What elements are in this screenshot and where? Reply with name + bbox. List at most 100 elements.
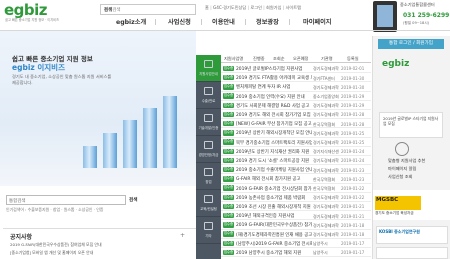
program-date: 2019-01-22	[341, 195, 365, 201]
program-agency: 경기도경제과학진흥원	[313, 231, 339, 237]
program-agency: 남양주시	[313, 241, 328, 247]
login-button[interactable]: 통합 로그인 / 회원가입	[378, 39, 444, 49]
program-title: 2019 G-FAIR 중소기업 전시상담회 참가기업 모집	[236, 186, 312, 192]
table-row[interactable]: 접수중2019년도 상반기 지식재산 권리화 지원경기지식재산센터2019-01…	[221, 147, 371, 156]
promo-banner[interactable]: MGSBC 경기도 중소기업 육성자금	[373, 190, 450, 220]
status-badge: 접수중	[223, 194, 234, 201]
right-link-status[interactable]: 사업신청 조회	[388, 174, 412, 180]
kosbi-banner[interactable]: KOSBI 중소기업연구원	[376, 226, 448, 244]
table-row[interactable]: 접수중2019년 상반기 해외시장개척단 모집 안내경기도경제과학진흥원2019…	[221, 128, 371, 138]
main-search-input[interactable]: 통합검색	[6, 195, 126, 205]
program-date: 2019-01-17	[341, 250, 365, 256]
edu-icon	[204, 195, 213, 203]
kosbi-text: KOSBI 중소기업연구원	[379, 229, 420, 234]
program-title: 2019년 글로벌IP스타기업 지원사업	[236, 67, 303, 72]
sidebar-item-finance[interactable]: 경영안정/자금	[196, 136, 221, 163]
status-badge: 접수중	[223, 148, 234, 155]
table-row[interactable]: 접수중 2019 남양주시 중소기업 해외 지원 남양주시 2019-01-17	[221, 248, 371, 258]
finance-icon	[204, 141, 213, 149]
program-title: 2019 G-FAIR(대한민국우수상품전) 참가	[236, 223, 312, 229]
featured-program-card[interactable]: 2019년 글로벌IP 스타기업 지원사업 모집	[379, 112, 443, 138]
table-row[interactable]: 접수중북부 경기중소기업 스마트팩토리 지원사업경기도경제과학진흥원2019-0…	[221, 138, 371, 147]
program-title: 벤처캐피탈 연계 투자 IR 사업	[236, 85, 291, 91]
sidebar-item-export[interactable]: 수출/판로	[196, 82, 221, 109]
top-link-home[interactable]: 홈	[205, 5, 209, 10]
table-row[interactable]: 접수중(재)경기도경제과학진흥원 인재 채용 공고경기도경제과학진흥원2019-…	[221, 230, 371, 239]
top-link-join[interactable]: 회원가입	[266, 5, 281, 10]
table-row[interactable]: 접수중 [NEW] G-FAIR 부산 참가기업 모집 공고 한국무역협회 2019-…	[221, 119, 371, 129]
status-badge: 접수중	[223, 74, 234, 81]
nav-apply[interactable]: 사업신청	[168, 17, 191, 26]
table-row[interactable]: 접수중2019 중소기업 수출마케팅 지원사업 안내경기도경제과학진흥원2019…	[221, 165, 371, 175]
table-row[interactable]: 접수중2019 조선 시장 진출 해외시장개척 지원경기도경제과학진흥원2019…	[221, 202, 371, 212]
table-row[interactable]: 접수중2019 G-FAIR 중소기업 전시상담회 참가기업 모집한국무역협회 2…	[221, 184, 371, 193]
top-link-sitemap[interactable]: 사이트맵	[286, 5, 301, 10]
bottom-banner[interactable]	[376, 247, 448, 259]
top-search-button[interactable]: 검색	[104, 7, 193, 13]
table-row[interactable]: 접수중2019년 글로벌IP스타기업 지원사업 경기도경제과학진흥원2019-02…	[221, 64, 371, 74]
notice-more-button[interactable]: +	[180, 232, 185, 239]
filter-upcoming[interactable]: 오픈예정	[293, 56, 308, 62]
table-row[interactable]: 접수중2019 경기 도시 '소셜' 스마트공장 지원경기도경제과학진흥원201…	[221, 156, 371, 166]
program-date: 2019-01-18	[341, 231, 365, 237]
program-agency: 한국무역협회	[313, 176, 336, 182]
filter-ongoing[interactable]: 진행중	[253, 56, 265, 62]
popular-keywords[interactable]: 인기검색어 : 수출보증지원 · 창업 · 원스톱 · 소상공인 · 인증	[6, 207, 103, 213]
status-badge: 접수중	[223, 166, 234, 173]
table-row[interactable]: 접수중 G-FAIR 해외 전시회 참가지원 공고 한국무역협회 2019-01-23	[221, 174, 371, 184]
right-link-alert[interactable]: 마이페이지 알림	[388, 166, 416, 172]
nav-info[interactable]: 정보광장	[256, 17, 279, 26]
status-badge: 접수중	[223, 157, 234, 164]
sidebar-item-support[interactable]: 지원사업안내	[196, 55, 221, 82]
main-search-button[interactable]: 검색	[129, 195, 144, 205]
program-agency: 경기도경제과학진흥원	[313, 130, 339, 136]
table-row[interactable]: 접수중2019 G-FAIR(대한민국우수상품전) 참가경기도경제과학진흥원20…	[221, 220, 371, 230]
nav-egbiz-intro[interactable]: egbiz소개	[116, 17, 146, 26]
program-agency: 남양주시	[313, 250, 328, 256]
tech-icon	[204, 114, 213, 122]
sidebar-item-etc[interactable]: 기타	[196, 217, 221, 244]
top-search-input[interactable]: 통합검색 검색	[100, 4, 196, 15]
right-link-recommend[interactable]: 맞춤형 지원사업 추천	[388, 158, 425, 164]
table-row[interactable]: 접수중벤처캐피탈 연계 투자 IR 사업 경기도경제과학진흥원2019-01-30	[221, 82, 371, 92]
table-row[interactable]: 접수중2019년 해외규격인증 지원사업 경기도경제과학진흥원2019-01-21	[221, 211, 371, 221]
filter-views[interactable]: 조회순	[273, 56, 285, 62]
program-agency: 경기지식재산센터	[313, 149, 339, 155]
sidebar-item-startup[interactable]: 창업	[196, 163, 221, 190]
logo-tagline: 쉽고 빠른 중소기업 지원 정보 · 이지비즈	[5, 18, 60, 22]
main-search-placeholder: 통합검색	[9, 198, 26, 204]
program-agency: 중소기업중앙회	[313, 93, 339, 99]
program-agency: 한국무역협회	[313, 121, 336, 127]
nav-guide[interactable]: 이용안내	[212, 17, 235, 26]
program-title: G-FAIR 해외 전시회 참가지원 공고	[236, 177, 301, 183]
notice-item[interactable]: 2019 G-FAIR(대한민국우수상품전) 참여업체 모집 안내	[10, 242, 102, 248]
table-row[interactable]: 접수중 2019 경기도 FTA활용 아카데미 교육생 모집 경기FTA센터 2019…	[221, 73, 371, 83]
recommend-icon	[395, 142, 409, 156]
col-title[interactable]: 지원사업명	[224, 56, 243, 62]
program-date: 2019-01-30	[341, 84, 365, 90]
program-date: 2019-01-21	[341, 213, 365, 219]
program-title: 2019 경기도 해외 전시회 참가기업 모집	[236, 113, 311, 118]
top-link-login[interactable]: 로그인	[250, 5, 262, 10]
nav-mypage[interactable]: 마이페이지	[303, 17, 331, 26]
program-date: 2019-01-28	[341, 112, 365, 118]
sidebar-item-edu[interactable]: 교육/컨설팅	[196, 190, 221, 217]
status-badge: 접수중	[223, 111, 234, 118]
notice-item[interactable]: [중소기업청] 모바일 앱 개선 및 홈페이지 오픈 안내	[10, 250, 93, 256]
top-link-g4c[interactable]: G4C·경기도민상담	[213, 5, 246, 10]
program-agency: 경기도경제과학진흥원	[313, 195, 339, 201]
table-row[interactable]: 접수중(남양주시)2019 G-FAIR 중소기업 전시회 참가남양주시 2019…	[221, 239, 371, 248]
top-utility-links: 홈 | G4C·경기도민상담 | 로그인 | 회원가입 | 사이트맵	[205, 5, 301, 10]
table-row[interactable]: 접수중2019 농촌사업 중소기업 제품 박람회 경기도경제과학진흥원2019-0…	[221, 193, 371, 202]
table-row[interactable]: 접수중 2019 중소기업 인력(수요) 지원 안내 중소기업중앙회 2019-01-…	[221, 92, 371, 101]
program-title: 2019 중소기업 인력(수요) 지원 안내	[236, 94, 305, 100]
sidebar-item-tech[interactable]: 기술개발/인증	[196, 109, 221, 136]
program-date: 2019-01-29	[341, 93, 365, 99]
status-badge: 접수중	[223, 176, 234, 182]
table-row[interactable]: 접수중2019 경기도 해외 전시회 참가기업 모집경기도경제과학진흥원2019…	[221, 110, 371, 120]
program-title: 2019년도 상반기 지식재산 권리화 지원	[236, 149, 310, 155]
hero-description: 경기도 내 중소기업, 소상공인 맞춤 원스톱 지원 서비스를 제공합니다.	[12, 74, 112, 85]
program-agency: 경기도경제과학진흥원	[313, 103, 339, 109]
table-row[interactable]: 접수중경기도 사회문제 해결형 R&D 사업 공고경기도경제과학진흥원2019-…	[221, 101, 371, 110]
status-badge: 접수중	[223, 203, 234, 210]
